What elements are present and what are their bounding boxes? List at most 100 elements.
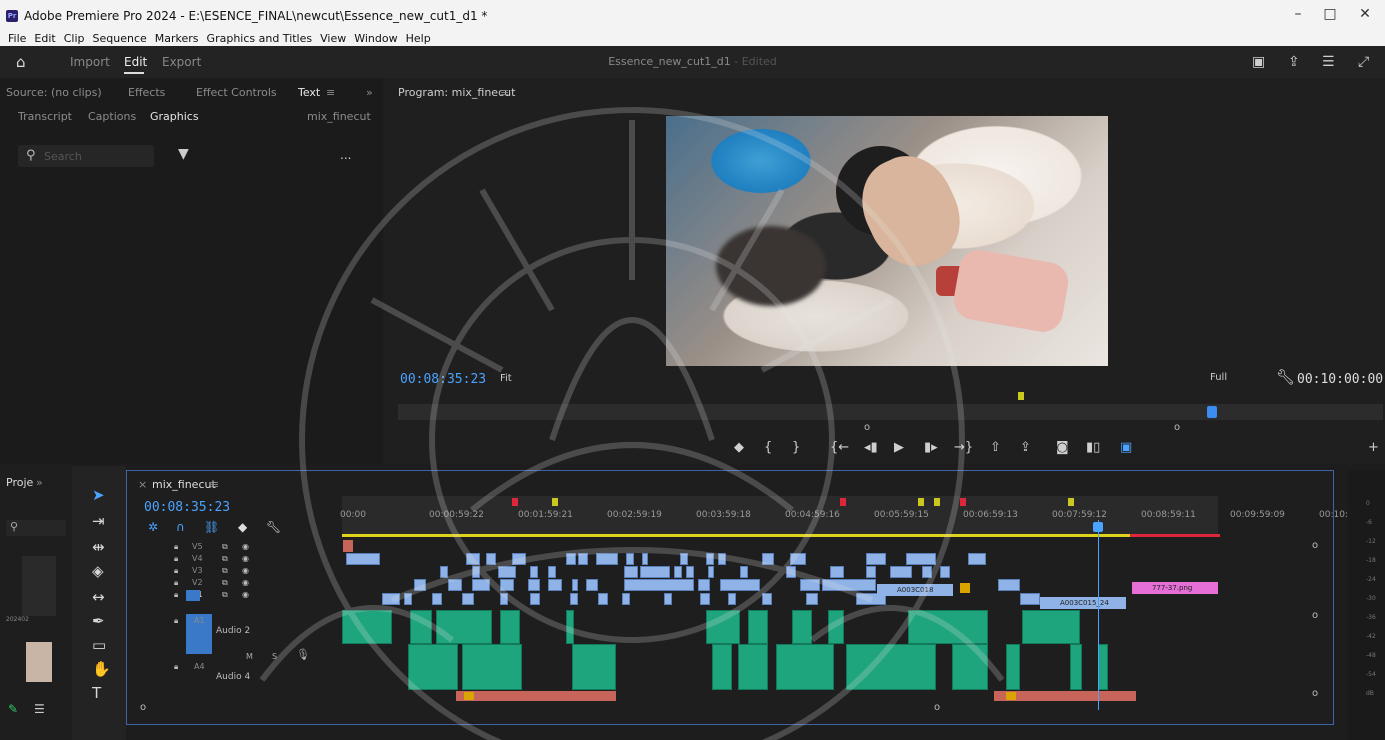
audio-lock-icon[interactable]: 🔒︎: [174, 662, 178, 672]
audio-clip[interactable]: [792, 610, 812, 644]
track-scroll-handle-top[interactable]: o: [1312, 540, 1318, 551]
audio-clip[interactable]: [572, 644, 616, 690]
step-back-icon[interactable]: ◂▮: [864, 440, 878, 455]
video-clip[interactable]: [512, 553, 526, 565]
scrub-zoom-left-handle[interactable]: o: [864, 422, 870, 433]
share-icon[interactable]: ⇪: [1288, 54, 1300, 70]
zoom-scroll-right-handle[interactable]: o: [934, 702, 940, 713]
video-clip[interactable]: [566, 553, 576, 565]
project-overflow-icon[interactable]: »: [36, 476, 43, 489]
video-clip[interactable]: [830, 566, 844, 578]
selection-tool-icon[interactable]: ➤: [92, 486, 105, 504]
video-clip[interactable]: [786, 566, 796, 578]
audio-clip[interactable]: [846, 644, 936, 690]
video-clip[interactable]: [404, 593, 412, 605]
search-box[interactable]: ⚲ Search: [18, 145, 154, 167]
video-clip[interactable]: [432, 593, 442, 605]
video-clip[interactable]: [680, 553, 688, 565]
video-clip[interactable]: [530, 593, 540, 605]
fullscreen-icon[interactable]: ⤢: [1358, 54, 1369, 70]
tab-transcript[interactable]: Transcript: [18, 110, 72, 123]
nest-icon[interactable]: ✲: [148, 520, 158, 534]
audio-clip[interactable]: [462, 644, 522, 690]
audio-lock-icon[interactable]: 🔒︎: [174, 616, 178, 626]
video-clip[interactable]: [578, 553, 588, 565]
video-clip[interactable]: [720, 579, 760, 591]
track-sync-icon[interactable]: ⧉: [222, 566, 228, 576]
lift-icon[interactable]: ⇧: [990, 440, 1001, 455]
add-marker-icon[interactable]: ◆: [734, 440, 744, 455]
video-clip[interactable]: [500, 593, 508, 605]
rectangle-tool-icon[interactable]: ▭: [92, 636, 106, 654]
export-frame-icon[interactable]: ◙: [1056, 440, 1069, 455]
more-options-button[interactable]: ...: [340, 148, 351, 162]
go-to-out-icon[interactable]: →}: [954, 440, 973, 455]
audio-clip[interactable]: [1070, 644, 1082, 690]
audio-clip[interactable]: [1022, 610, 1080, 644]
audio-track-label[interactable]: A4: [194, 662, 205, 671]
menu-view[interactable]: View: [320, 32, 346, 45]
ruler-marker[interactable]: [552, 498, 558, 506]
track-label[interactable]: V2: [192, 578, 203, 587]
project-item-image[interactable]: [26, 642, 52, 682]
project-tab[interactable]: Proje: [6, 476, 33, 489]
quality-select[interactable]: Full: [1210, 372, 1227, 383]
minimize-button[interactable]: –: [1283, 6, 1313, 22]
video-clip[interactable]: [866, 566, 876, 578]
audio-clip[interactable]: [566, 610, 574, 644]
audio-clip[interactable]: [908, 610, 988, 644]
video-clip[interactable]: [800, 579, 820, 591]
video-clip[interactable]: [674, 566, 682, 578]
program-menu-icon[interactable]: ≡: [500, 86, 509, 99]
video-clip[interactable]: [596, 553, 618, 565]
audio-clip[interactable]: [436, 610, 492, 644]
track-visibility-icon[interactable]: ◉: [242, 566, 249, 575]
track-scroll-handle-mid[interactable]: o: [1312, 610, 1318, 621]
menu-markers[interactable]: Markers: [155, 32, 199, 45]
ruler-marker[interactable]: [512, 498, 518, 506]
tab-text[interactable]: Text: [298, 86, 320, 99]
v1-source-patch[interactable]: [186, 590, 200, 601]
video-clip[interactable]: [448, 579, 462, 591]
video-clip[interactable]: [822, 579, 876, 591]
timeline-sequence-tab[interactable]: mix_finecut: [152, 478, 216, 491]
video-clip[interactable]: [968, 553, 986, 565]
quick-export-icon[interactable]: ▣: [1252, 54, 1265, 70]
ruler-marker[interactable]: [840, 498, 846, 506]
audio-clip-muted[interactable]: [456, 691, 616, 701]
video-clip[interactable]: [762, 593, 772, 605]
track-label[interactable]: V4: [192, 554, 203, 563]
tab-graphics[interactable]: Graphics: [150, 110, 199, 123]
video-clip[interactable]: [940, 566, 950, 578]
audio-clip[interactable]: [748, 610, 768, 644]
ripple-edit-tool-icon[interactable]: ⇹: [92, 538, 105, 556]
program-playhead[interactable]: [1207, 406, 1217, 418]
timeline-menu-icon[interactable]: ≡: [210, 478, 219, 491]
video-clip[interactable]: [472, 566, 480, 578]
clip-label-777-37[interactable]: 777-37.png: [1132, 582, 1218, 594]
slip-tool-icon[interactable]: ↔: [92, 588, 105, 606]
menu-clip[interactable]: Clip: [64, 32, 85, 45]
video-clip[interactable]: [598, 593, 608, 605]
video-clip[interactable]: [528, 579, 540, 591]
video-clip[interactable]: [500, 579, 514, 591]
program-timecode[interactable]: 00:08:35:23: [400, 372, 486, 387]
mark-in-icon[interactable]: {: [764, 440, 772, 455]
timeline-playhead-handle[interactable]: [1093, 522, 1103, 532]
video-clip[interactable]: [572, 579, 578, 591]
video-clip[interactable]: [922, 566, 932, 578]
mark-out-icon[interactable]: }: [792, 440, 800, 455]
track-lock-icon[interactable]: 🔒︎: [174, 578, 178, 588]
video-clip[interactable]: [708, 566, 714, 578]
video-clip[interactable]: [762, 553, 774, 565]
video-clip[interactable]: [1020, 593, 1040, 605]
track-sync-icon[interactable]: ⧉: [222, 542, 228, 552]
work-area-bar[interactable]: [342, 534, 1218, 537]
timeline-timecode[interactable]: 00:08:35:23: [144, 500, 230, 515]
menu-edit[interactable]: Edit: [34, 32, 55, 45]
video-clip[interactable]: [440, 566, 448, 578]
video-clip[interactable]: [806, 593, 818, 605]
comparison-view-icon[interactable]: ▮▯: [1086, 440, 1100, 455]
video-clip[interactable]: [462, 593, 474, 605]
clip-label-a003c015[interactable]: A003C015_24: [1040, 597, 1126, 609]
